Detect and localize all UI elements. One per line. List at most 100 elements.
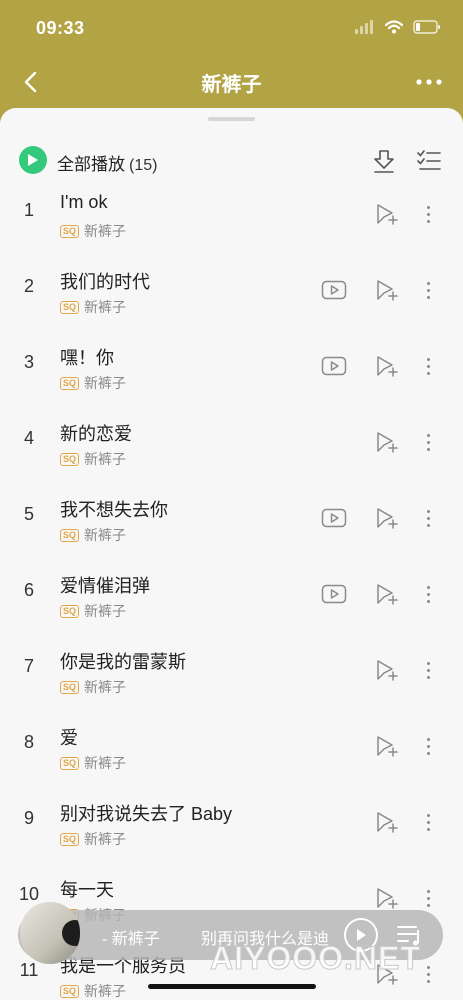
dot-icon [426,523,430,527]
song-more-button[interactable] [420,810,436,834]
song-artist: 新裤子 [84,527,127,543]
song-row[interactable]: 9 别对我说失去了 Baby SQ 新裤子 [0,788,463,864]
mv-button[interactable] [321,508,347,528]
mv-button[interactable] [321,280,347,300]
play-all-label: 全部播放 [57,155,125,174]
dot-icon [426,447,430,451]
dot-icon [426,979,430,983]
add-to-playlist-icon [374,812,398,838]
song-row[interactable]: 3 嘿！你 SQ 新裤子 [0,332,463,408]
dot-icon [426,295,430,299]
song-meta: SQ 新裤子 [60,829,126,849]
song-row[interactable]: 4 新的恋爱 SQ 新裤子 [0,408,463,484]
sq-quality-badge: SQ [60,224,80,238]
home-indicator[interactable] [148,984,316,989]
song-artist: 新裤子 [84,223,127,239]
play-all-label-group[interactable]: 全部播放 (15) [57,150,157,175]
add-to-playlist-icon [374,508,398,534]
dot-icon [426,281,430,285]
song-artist: 新裤子 [84,831,127,847]
song-title: 爱情催泪弹 [60,576,150,596]
dot-icon [426,827,430,831]
add-to-playlist-icon [374,432,398,458]
song-artist: 新裤子 [84,451,127,467]
play-all-button[interactable] [19,146,47,174]
add-to-playlist-button[interactable] [374,886,398,910]
song-more-button[interactable] [420,582,436,606]
dot-icon [426,509,430,513]
song-title: 新的恋爱 [60,424,132,444]
sheet-grabber[interactable] [208,117,255,121]
more-options-button[interactable] [413,68,445,96]
dot-icon [426,592,430,596]
dot-icon [426,585,430,589]
song-title: 你是我的雷蒙斯 [60,652,186,672]
song-more-button[interactable] [420,658,436,682]
song-count: (15) [129,157,158,174]
add-to-playlist-button[interactable] [374,658,398,682]
dot-icon [426,965,430,969]
song-index: 5 [23,504,34,524]
song-index: 7 [23,656,34,676]
add-to-playlist-button[interactable] [374,810,398,834]
ellipsis-icon [416,79,442,85]
album-cover[interactable] [20,902,80,964]
add-to-playlist-button[interactable] [374,354,398,378]
sq-quality-badge: SQ [60,300,80,314]
add-to-playlist-button[interactable] [374,278,398,302]
add-to-playlist-button[interactable] [374,582,398,606]
sq-quality-badge: SQ [60,604,80,618]
song-title: 嘿！你 [60,348,114,368]
add-to-playlist-button[interactable] [374,734,398,758]
song-more-button[interactable] [420,886,436,910]
song-sheet: 全部播放 (15) 1 I'm ok SQ 新裤子 2 我们的时代 SQ 新裤子 3 嘿！你 SQ 新裤… [0,108,463,1000]
song-more-button[interactable] [420,354,436,378]
song-title: 每一天 [60,880,114,900]
song-meta: SQ 新裤子 [60,373,126,393]
dot-icon [426,516,430,520]
song-more-button[interactable] [420,506,436,530]
status-bar: 09:33 [0,0,463,56]
dot-icon [426,661,430,665]
dot-icon [426,288,430,292]
wifi-icon [385,20,403,34]
song-row[interactable]: 2 我们的时代 SQ 新裤子 [0,256,463,332]
song-index: 8 [23,732,34,752]
video-play-icon [321,356,347,380]
song-more-button[interactable] [420,430,436,454]
song-row[interactable]: 7 你是我的雷蒙斯 SQ 新裤子 [0,636,463,712]
song-more-button[interactable] [420,278,436,302]
song-meta: SQ 新裤子 [60,677,126,697]
add-to-playlist-button[interactable] [374,506,398,530]
song-more-button[interactable] [420,734,436,758]
song-more-button[interactable] [420,202,436,226]
checklist-icon [417,150,441,170]
dot-icon [426,896,430,900]
multi-select-button[interactable] [416,148,442,174]
download-button[interactable] [372,148,396,174]
song-row[interactable]: 6 爱情催泪弹 SQ 新裤子 [0,560,463,636]
song-row[interactable]: 5 我不想失去你 SQ 新裤子 [0,484,463,560]
add-to-playlist-icon [374,204,398,230]
song-index: 1 [23,200,34,220]
song-more-button[interactable] [420,962,436,986]
song-meta: SQ 新裤子 [60,525,126,545]
play-icon [28,154,38,166]
add-to-playlist-button[interactable] [374,430,398,454]
now-playing-artist: - 新裤子 [102,931,160,948]
dot-icon [426,744,430,748]
mv-button[interactable] [321,584,347,604]
sq-quality-badge: SQ [60,756,80,770]
dot-icon [426,737,430,741]
song-row[interactable]: 8 爱 SQ 新裤子 [0,712,463,788]
add-to-playlist-button[interactable] [374,202,398,226]
song-artist: 新裤子 [84,983,127,999]
song-artist: 新裤子 [84,603,127,619]
dot-icon [426,219,430,223]
dot-icon [426,668,430,672]
song-row[interactable]: 1 I'm ok SQ 新裤子 [0,180,463,256]
dot-icon [426,440,430,444]
mv-button[interactable] [321,356,347,376]
song-meta: SQ 新裤子 [60,753,126,773]
nav-bar: 新裤子 [0,56,463,108]
